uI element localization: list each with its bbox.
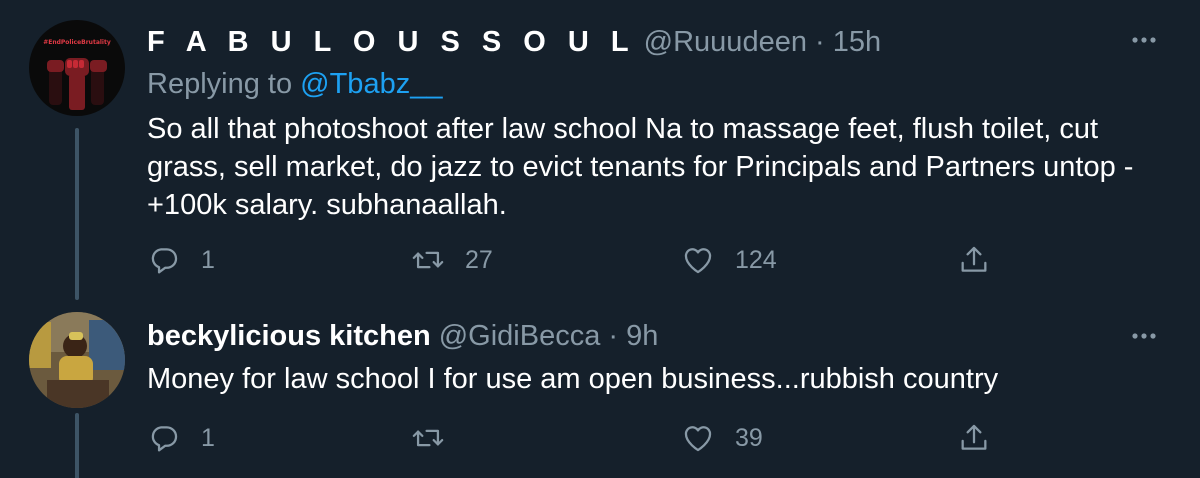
share-button[interactable] <box>957 240 991 280</box>
mention-link[interactable]: @Tbabz__ <box>300 68 442 100</box>
heart-icon <box>684 248 712 274</box>
like-button[interactable]: 124 <box>681 240 777 280</box>
tweet-actions: 1 27 124 <box>147 240 1007 280</box>
conversation-timeline: #EndPoliceBrutality F A B U L O U S S O … <box>0 0 1200 478</box>
reply-icon <box>151 248 178 274</box>
avatar[interactable]: #EndPoliceBrutality <box>29 20 125 116</box>
replying-to-label: Replying to <box>147 68 301 100</box>
thread-connector-line <box>75 413 79 478</box>
display-name[interactable]: beckylicious kitchen <box>147 320 431 352</box>
separator-dot: · <box>815 26 825 58</box>
tweet[interactable]: beckylicious kitchen @GidiBecca · 9h Mon… <box>0 296 1200 478</box>
tweet-header: beckylicious kitchen @GidiBecca · 9h <box>147 318 658 354</box>
tweet-header: F A B U L O U S S O U L @Ruuudeen · 15h <box>147 24 881 60</box>
more-icon <box>1132 333 1156 339</box>
heart-icon <box>684 426 712 452</box>
reply-button[interactable]: 1 <box>147 240 215 280</box>
like-count: 39 <box>735 423 763 452</box>
separator-dot: · <box>608 320 619 352</box>
share-button[interactable] <box>957 418 991 458</box>
avatar[interactable] <box>29 312 125 408</box>
retweet-icon <box>412 251 444 269</box>
more-icon <box>1132 37 1156 43</box>
more-options-button[interactable] <box>1128 320 1160 352</box>
timestamp[interactable]: 9h <box>626 320 658 352</box>
user-handle[interactable]: @GidiBecca <box>439 320 601 352</box>
thread-connector-line <box>75 128 79 300</box>
replying-to-line: Replying to @Tbabz__ <box>147 66 442 102</box>
retweet-count: 27 <box>465 245 493 274</box>
avatar-badge-text: #EndPoliceBrutality <box>43 39 111 46</box>
display-name[interactable]: F A B U L O U S S O U L <box>147 26 636 58</box>
share-icon <box>961 246 987 272</box>
user-handle[interactable]: @Ruuudeen <box>644 26 807 58</box>
reply-button[interactable]: 1 <box>147 418 215 458</box>
timestamp[interactable]: 15h <box>833 26 881 58</box>
retweet-icon <box>412 429 444 447</box>
reply-count: 1 <box>201 423 215 452</box>
tweet[interactable]: #EndPoliceBrutality F A B U L O U S S O … <box>0 0 1200 300</box>
tweet-text: Money for law school I for use am open b… <box>147 363 999 395</box>
retweet-button[interactable] <box>411 418 465 458</box>
retweet-button[interactable]: 27 <box>411 240 493 280</box>
reply-count: 1 <box>201 245 215 274</box>
reply-icon <box>151 426 178 452</box>
share-icon <box>961 424 987 450</box>
tweet-text: So all that photoshoot after law school … <box>147 113 1134 221</box>
like-count: 124 <box>735 245 777 274</box>
like-button[interactable]: 39 <box>681 418 763 458</box>
end-police-brutality-avatar-image: #EndPoliceBrutality <box>29 20 125 116</box>
user-photo-avatar-image <box>29 312 125 408</box>
tweet-actions: 1 39 <box>147 418 1007 458</box>
more-options-button[interactable] <box>1128 24 1160 56</box>
